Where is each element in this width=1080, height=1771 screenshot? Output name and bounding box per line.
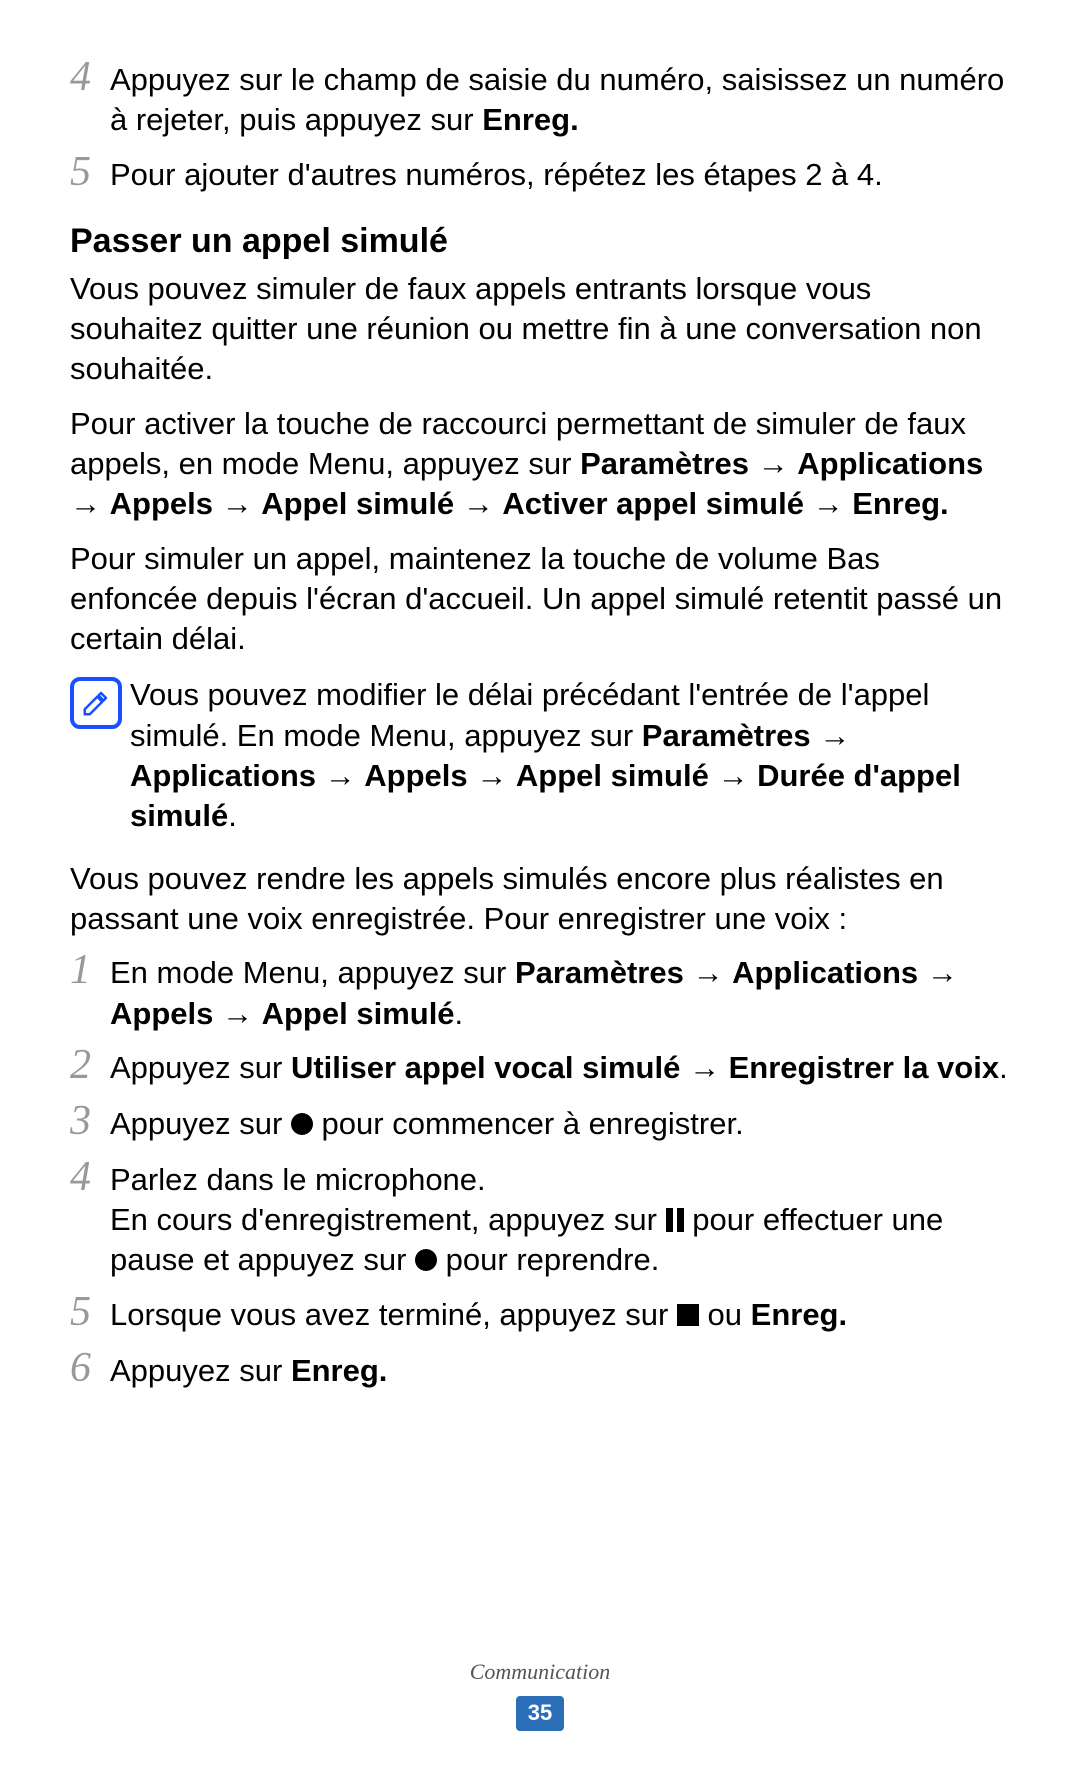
record-icon xyxy=(415,1249,437,1271)
step-number: 4 xyxy=(70,1156,110,1277)
step-5-top: 5 Pour ajouter d'autres numéros, répétez… xyxy=(70,155,1010,197)
text: . xyxy=(228,798,237,833)
step-text: Appuyez sur pour commencer à enregistrer… xyxy=(110,1104,1010,1146)
step-5: 5 Lorsque vous avez terminé, appuyez sur… xyxy=(70,1295,1010,1337)
text: Appuyez sur xyxy=(110,1353,291,1388)
bold-text: Appel simulé xyxy=(262,996,455,1031)
paragraph: Pour activer la touche de raccourci perm… xyxy=(70,404,1010,525)
paragraph: Vous pouvez simuler de faux appels entra… xyxy=(70,269,1010,390)
bold-text: Utiliser appel vocal simulé xyxy=(291,1050,680,1085)
text: pour reprendre. xyxy=(437,1242,659,1277)
arrow-icon: → xyxy=(717,758,748,793)
arrow-icon: → xyxy=(758,446,789,481)
arrow-icon: → xyxy=(813,486,844,521)
note-icon xyxy=(70,677,122,729)
note-content: Vous pouvez modifier le délai précédant … xyxy=(130,675,1010,836)
step-number: 5 xyxy=(70,1291,110,1333)
text: Parlez dans le microphone. xyxy=(110,1160,1010,1200)
bold-text: Appels xyxy=(110,996,213,1031)
arrow-icon: → xyxy=(819,718,850,753)
pause-icon xyxy=(666,1208,684,1232)
arrow-icon: → xyxy=(927,955,958,990)
bold-text: Enreg. xyxy=(852,486,948,521)
text: pour commencer à enregistrer. xyxy=(313,1106,744,1141)
step-text: Lorsque vous avez terminé, appuyez sur o… xyxy=(110,1295,1010,1337)
arrow-icon: → xyxy=(222,486,253,521)
step-4: 4 Parlez dans le microphone. En cours d'… xyxy=(70,1160,1010,1281)
note-icon-wrap xyxy=(70,675,130,836)
arrow-icon: → xyxy=(222,996,253,1031)
bold-text: Enreg. xyxy=(751,1297,847,1332)
step-1: 1 En mode Menu, appuyez sur Paramètres →… xyxy=(70,953,1010,1034)
text: En cours d'enregistrement, appuyez sur xyxy=(110,1202,666,1237)
text: . xyxy=(455,996,464,1031)
bold-text: Paramètres xyxy=(580,446,749,481)
arrow-icon: → xyxy=(325,758,356,793)
text: En mode Menu, appuyez sur xyxy=(110,955,515,990)
bold-text: Appels xyxy=(364,758,467,793)
page-content: 4 Appuyez sur le champ de saisie du numé… xyxy=(0,0,1080,1771)
arrow-icon: → xyxy=(463,486,494,521)
arrow-icon: → xyxy=(70,486,101,521)
record-icon xyxy=(291,1113,313,1135)
page-number-badge: 35 xyxy=(516,1696,564,1731)
arrow-icon: → xyxy=(692,955,723,990)
page-footer: Communication 35 xyxy=(0,1658,1080,1731)
footer-section-label: Communication xyxy=(0,1658,1080,1687)
bold-text: Enregistrer la voix xyxy=(729,1050,1000,1085)
bold-text: Applications xyxy=(797,446,983,481)
step-2: 2 Appuyez sur Utiliser appel vocal simul… xyxy=(70,1048,1010,1090)
step-text: Appuyez sur le champ de saisie du numéro… xyxy=(110,60,1010,141)
step-4-top: 4 Appuyez sur le champ de saisie du numé… xyxy=(70,60,1010,141)
arrow-icon: → xyxy=(476,758,507,793)
bold-text: Enreg. xyxy=(291,1353,387,1388)
step-text: Parlez dans le microphone. En cours d'en… xyxy=(110,1160,1010,1281)
text: . xyxy=(999,1050,1008,1085)
stop-icon xyxy=(677,1304,699,1326)
step-number: 4 xyxy=(70,56,110,137)
text: ou xyxy=(699,1297,751,1332)
pencil-icon xyxy=(81,688,111,718)
text-line: En cours d'enregistrement, appuyez sur p… xyxy=(110,1200,1010,1281)
step-number: 3 xyxy=(70,1100,110,1142)
step-text: Appuyez sur Utiliser appel vocal simulé … xyxy=(110,1048,1010,1090)
text: Lorsque vous avez terminé, appuyez sur xyxy=(110,1297,677,1332)
bold-text: Activer appel simulé xyxy=(502,486,804,521)
step-text: Pour ajouter d'autres numéros, répétez l… xyxy=(110,155,1010,197)
paragraph: Vous pouvez rendre les appels simulés en… xyxy=(70,859,1010,940)
bold-text: Paramètres xyxy=(515,955,684,990)
bold-text: Appel simulé xyxy=(516,758,709,793)
bold-text: Applications xyxy=(732,955,918,990)
step-text: Appuyez sur Enreg. xyxy=(110,1351,1010,1393)
bold-text: Enreg. xyxy=(482,102,578,137)
text: Appuyez sur xyxy=(110,1106,291,1141)
step-number: 1 xyxy=(70,949,110,1030)
step-number: 2 xyxy=(70,1044,110,1086)
bold-text: Appels xyxy=(110,486,213,521)
bold-text: Paramètres xyxy=(642,718,811,753)
bold-text: Appel simulé xyxy=(261,486,454,521)
note-block: Vous pouvez modifier le délai précédant … xyxy=(70,675,1010,836)
step-number: 5 xyxy=(70,151,110,193)
bold-text: Applications xyxy=(130,758,316,793)
step-number: 6 xyxy=(70,1347,110,1389)
text: Appuyez sur xyxy=(110,1050,291,1085)
step-3: 3 Appuyez sur pour commencer à enregistr… xyxy=(70,1104,1010,1146)
step-6: 6 Appuyez sur Enreg. xyxy=(70,1351,1010,1393)
section-heading: Passer un appel simulé xyxy=(70,219,1010,263)
step-text: En mode Menu, appuyez sur Paramètres → A… xyxy=(110,953,1010,1034)
arrow-icon: → xyxy=(689,1050,720,1085)
paragraph: Pour simuler un appel, maintenez la touc… xyxy=(70,539,1010,660)
